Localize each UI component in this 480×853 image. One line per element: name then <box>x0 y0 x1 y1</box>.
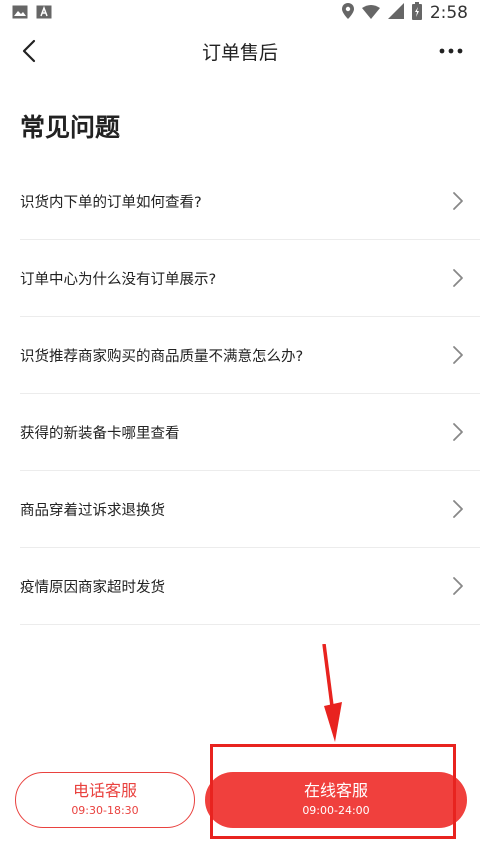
back-button[interactable] <box>14 36 44 66</box>
chevron-right-icon <box>453 577 463 595</box>
faq-item-text: 识货内下单的订单如何查看? <box>20 194 202 211</box>
faq-list: 识货内下单的订单如何查看? 订单中心为什么没有订单展示? 识货推荐商家购买的商品… <box>20 163 480 625</box>
wifi-icon <box>361 4 380 23</box>
section-title: 常见问题 <box>20 113 121 142</box>
app-bar: 订单售后 <box>0 26 480 76</box>
battery-charging-icon <box>411 2 422 24</box>
faq-item-text: 疫情原因商家超时发货 <box>20 579 165 596</box>
image-icon <box>12 4 28 23</box>
faq-item[interactable]: 疫情原因商家超时发货 <box>20 548 480 625</box>
faq-item[interactable]: 获得的新装备卡哪里查看 <box>20 394 480 471</box>
faq-item[interactable]: 识货推荐商家购买的商品质量不满意怎么办? <box>20 317 480 394</box>
annotation-arrow-icon <box>322 644 342 742</box>
chevron-left-icon <box>22 39 36 63</box>
phone-service-hours: 09:30-18:30 <box>71 804 139 817</box>
faq-item-text: 识货推荐商家购买的商品质量不满意怎么办? <box>20 348 304 365</box>
chevron-right-icon <box>453 346 463 364</box>
page-title: 订单售后 <box>201 41 278 64</box>
faq-item[interactable]: 商品穿着过诉求退换货 <box>20 471 480 548</box>
faq-item[interactable]: 订单中心为什么没有订单展示? <box>20 240 480 317</box>
phone-service-button[interactable]: 电话客服 09:30-18:30 <box>15 772 195 828</box>
signal-icon <box>387 3 404 23</box>
faq-item-text: 订单中心为什么没有订单展示? <box>20 271 217 288</box>
status-time: 2:58 <box>429 3 468 23</box>
annotation-highlight-box <box>210 744 456 839</box>
more-button[interactable] <box>434 36 468 66</box>
chevron-right-icon <box>453 500 463 518</box>
phone-service-label: 电话客服 <box>72 781 137 800</box>
faq-item-text: 商品穿着过诉求退换货 <box>20 502 165 519</box>
more-dots-icon <box>439 48 463 54</box>
faq-item[interactable]: 识货内下单的订单如何查看? <box>20 163 480 240</box>
chevron-right-icon <box>453 423 463 441</box>
faq-item-text: 获得的新装备卡哪里查看 <box>20 425 180 442</box>
chevron-right-icon <box>453 269 463 287</box>
text-app-icon <box>36 4 52 23</box>
chevron-right-icon <box>453 192 463 210</box>
location-icon <box>341 3 354 23</box>
status-bar: 2:58 <box>0 0 480 26</box>
